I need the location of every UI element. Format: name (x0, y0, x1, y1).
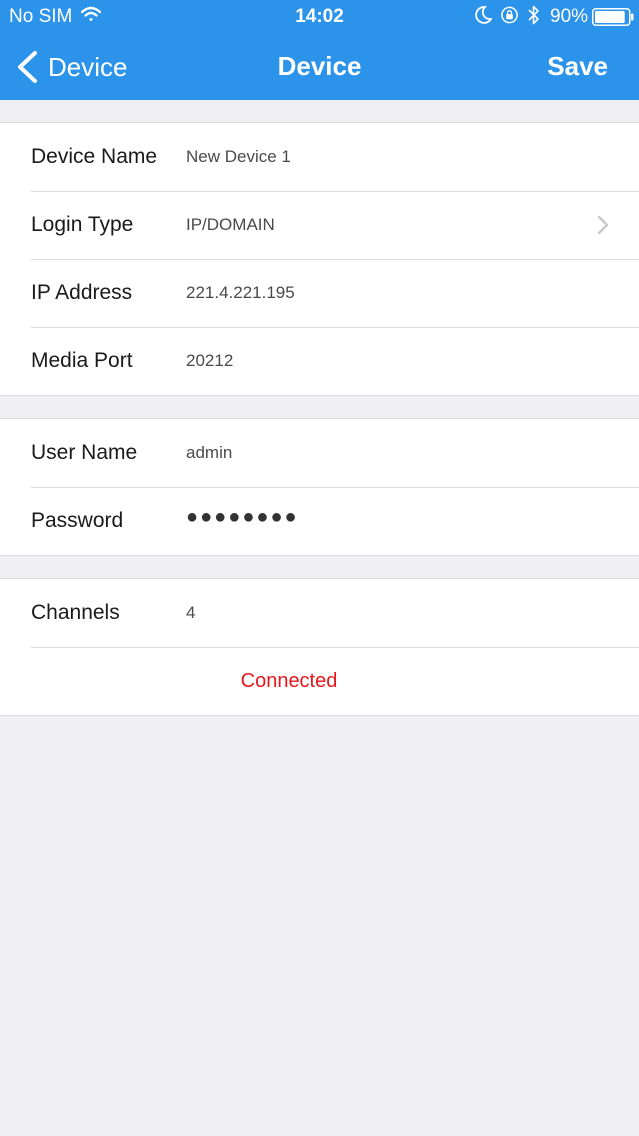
login-type-row[interactable]: Login Type IP/DOMAIN (0, 191, 639, 259)
clock: 14:02 (295, 6, 344, 27)
connection-group: Device Name New Device 1 Login Type IP/D… (0, 122, 639, 396)
battery-icon (592, 8, 634, 26)
media-port-label: Media Port (31, 349, 133, 372)
save-button[interactable]: Save (547, 51, 608, 82)
page-title: Device (277, 51, 362, 81)
ip-address-label: IP Address (31, 281, 133, 304)
top-bar: No SIM 14:02 90% Device Device Save (0, 0, 639, 100)
connection-status-row: Connected (0, 647, 639, 715)
user-name-field[interactable]: admin (186, 443, 232, 463)
ip-address-row[interactable]: IP Address 221.4.221.195 (0, 259, 639, 327)
navigation-bar: Device Device Save (0, 34, 639, 100)
bluetooth-icon (528, 5, 539, 25)
login-type-value: IP/DOMAIN (186, 215, 275, 234)
moon-icon (475, 6, 492, 24)
device-name-row[interactable]: Device Name New Device 1 (0, 123, 639, 191)
channels-row: Channels 4 (0, 579, 639, 647)
ip-address-field[interactable]: 221.4.221.195 (186, 283, 295, 303)
device-name-field[interactable]: New Device 1 (186, 147, 291, 167)
connection-status: Connected (240, 670, 338, 692)
media-port-field[interactable]: 20212 (186, 351, 233, 371)
login-type-label: Login Type (31, 213, 134, 236)
device-name-label: Device Name (31, 145, 158, 168)
media-port-row[interactable]: Media Port 20212 (0, 327, 639, 395)
channels-value: 4 (186, 603, 196, 622)
password-row[interactable]: Password ●●●●●●●● (0, 487, 639, 555)
user-name-label: User Name (31, 441, 138, 464)
credentials-group: User Name admin Password ●●●●●●●● (0, 418, 639, 556)
password-field[interactable]: ●●●●●●●● (186, 506, 299, 529)
channels-label: Channels (31, 601, 120, 624)
password-label: Password (31, 509, 124, 532)
rotation-lock-icon (501, 6, 518, 24)
chevron-right-icon (597, 215, 609, 235)
device-info-group: Channels 4 Connected (0, 578, 639, 716)
battery-percent: 90% (550, 6, 589, 27)
user-name-row[interactable]: User Name admin (0, 419, 639, 487)
status-bar: No SIM 14:02 90% (0, 0, 639, 34)
